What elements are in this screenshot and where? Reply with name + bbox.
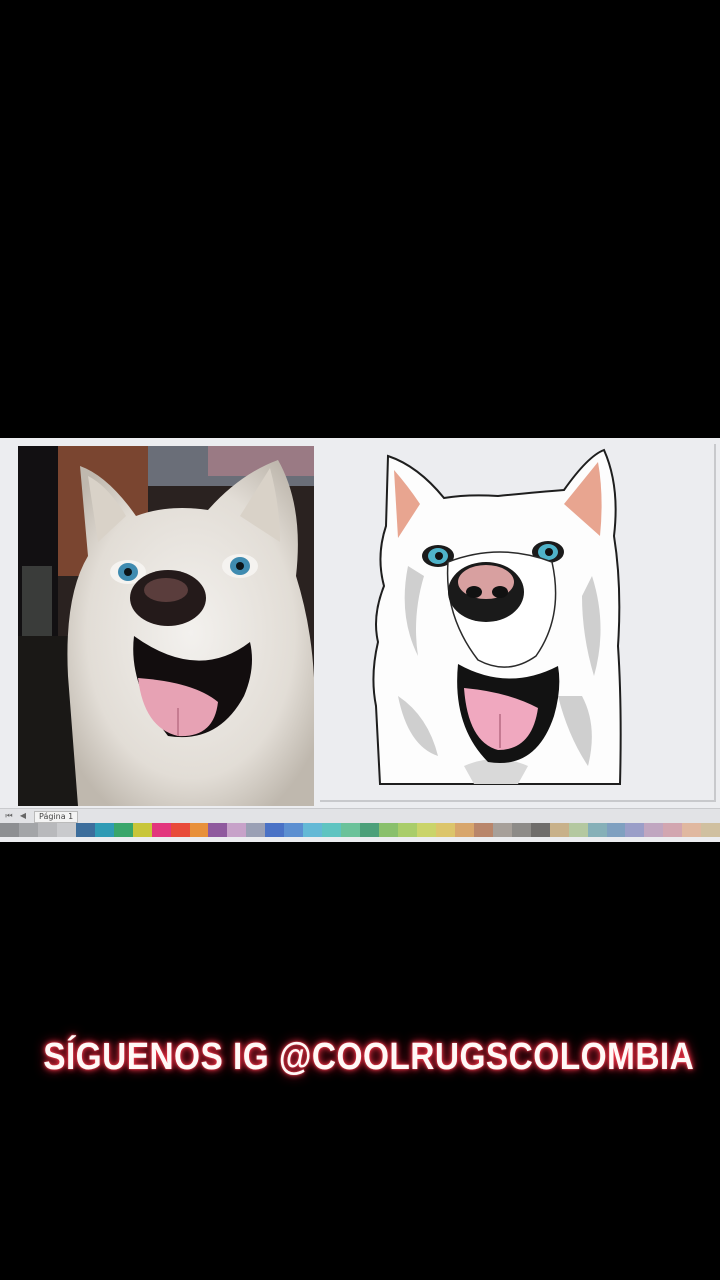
color-swatch[interactable] <box>701 823 720 837</box>
color-swatch[interactable] <box>208 823 228 837</box>
color-swatch[interactable] <box>284 823 304 837</box>
caption-text: SÍGUENOS IG @COOLRUGSCOLOMBIA <box>43 1036 695 1078</box>
color-swatch[interactable] <box>246 823 266 837</box>
status-bar: ⏮ ◀ Página 1 <box>0 808 720 823</box>
color-swatch[interactable] <box>322 823 342 837</box>
color-swatch[interactable] <box>75 823 95 837</box>
color-swatch[interactable] <box>644 823 664 837</box>
color-swatch[interactable] <box>360 823 380 837</box>
color-swatch[interactable] <box>587 823 607 837</box>
color-swatch[interactable] <box>530 823 550 837</box>
color-swatch[interactable] <box>625 823 645 837</box>
color-swatch[interactable] <box>341 823 361 837</box>
color-swatch[interactable] <box>18 823 38 837</box>
color-swatch[interactable] <box>151 823 171 837</box>
color-swatch[interactable] <box>511 823 531 837</box>
reference-dog-photo <box>18 446 314 806</box>
color-swatch[interactable] <box>113 823 133 837</box>
color-swatch[interactable] <box>170 823 190 837</box>
color-swatch[interactable] <box>435 823 455 837</box>
color-swatch[interactable] <box>379 823 399 837</box>
page-tab[interactable]: Página 1 <box>34 811 79 823</box>
color-swatch[interactable] <box>492 823 512 837</box>
color-swatch[interactable] <box>606 823 626 837</box>
color-swatch[interactable] <box>37 823 57 837</box>
first-page-icon[interactable]: ⏮ <box>4 811 14 821</box>
color-swatch[interactable] <box>94 823 114 837</box>
vector-dog-illustration[interactable] <box>368 446 624 798</box>
previous-page-icon[interactable]: ◀ <box>18 811 28 821</box>
color-swatch[interactable] <box>56 823 76 837</box>
monitor-screen: ⏮ ◀ Página 1 <box>0 438 720 842</box>
color-swatch[interactable] <box>303 823 323 837</box>
color-swatch[interactable] <box>549 823 569 837</box>
color-swatch[interactable] <box>265 823 285 837</box>
color-swatch[interactable] <box>568 823 588 837</box>
color-swatch[interactable] <box>682 823 702 837</box>
color-swatch[interactable] <box>416 823 436 837</box>
color-swatch[interactable] <box>454 823 474 837</box>
color-palette <box>0 823 720 837</box>
color-swatch[interactable] <box>132 823 152 837</box>
color-swatch[interactable] <box>0 823 19 837</box>
color-swatch[interactable] <box>398 823 417 837</box>
color-swatch[interactable] <box>227 823 247 837</box>
color-swatch[interactable] <box>473 823 493 837</box>
color-swatch[interactable] <box>663 823 683 837</box>
color-swatch[interactable] <box>189 823 209 837</box>
